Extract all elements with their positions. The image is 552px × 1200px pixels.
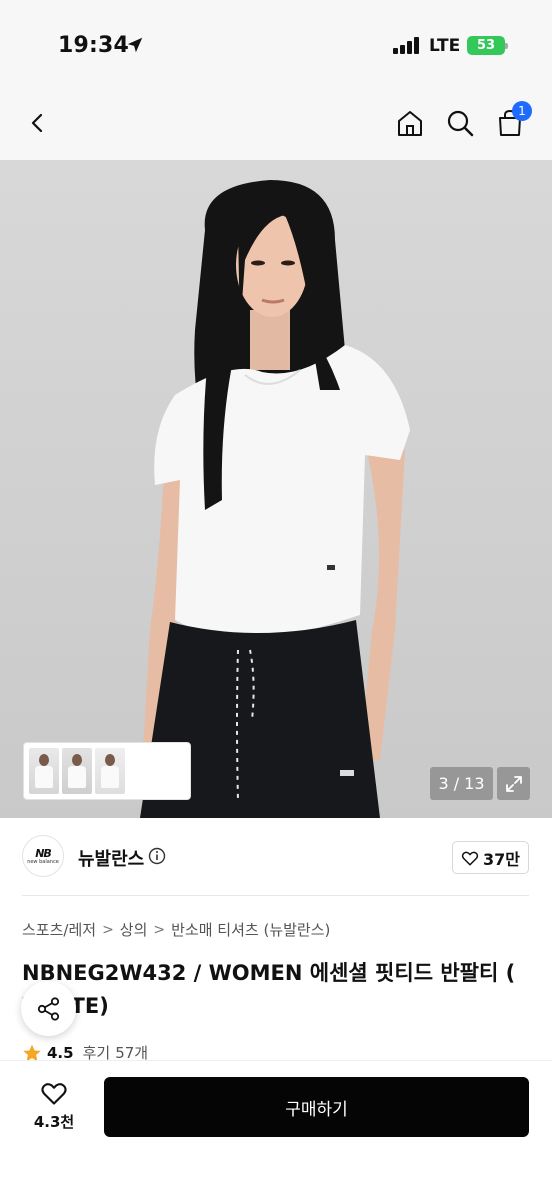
share-icon — [37, 996, 59, 1021]
buy-button[interactable]: 구매하기 — [104, 1077, 529, 1137]
fullscreen-button[interactable] — [497, 767, 530, 800]
brand-like-count: 37만 — [483, 849, 520, 869]
info-icon[interactable] — [148, 847, 166, 865]
breadcrumb-item[interactable]: 스포츠/레저 — [22, 919, 96, 940]
search-button[interactable] — [440, 103, 480, 143]
share-button[interactable] — [21, 981, 76, 1036]
bottom-action-bar: 4.3천 구매하기 — [0, 1060, 552, 1200]
expand-icon — [505, 775, 522, 792]
thumbnail-image[interactable] — [29, 748, 59, 794]
breadcrumb-item[interactable]: 반소매 티셔츠 (뉴발란스) — [171, 919, 330, 940]
chevron-right-icon: > — [153, 921, 166, 938]
brand-logo[interactable]: NB new balance — [22, 835, 64, 877]
wishlist-button[interactable]: 4.3천 — [22, 1079, 86, 1139]
battery-indicator: 53 — [467, 36, 508, 55]
thumbnail-strip — [23, 742, 191, 800]
home-button[interactable] — [390, 103, 430, 143]
wishlist-count: 4.3천 — [33, 1113, 75, 1131]
product-title-line: WHITE) — [22, 990, 537, 1023]
brand-logo-mark: NB — [35, 846, 52, 860]
chevron-right-icon: > — [102, 921, 114, 938]
product-photo — [140, 180, 410, 818]
carrier-label: LTE — [429, 36, 461, 56]
brand-logo-subtext: new balance — [27, 858, 59, 865]
product-image-gallery[interactable]: 3 / 13 — [0, 160, 552, 818]
brand-row: NB new balance 뉴발란스 37만 — [0, 818, 552, 896]
rating-score: 4.5 — [47, 1043, 74, 1062]
status-time: 19:34 — [58, 33, 130, 58]
top-nav-bar: 1 — [0, 90, 552, 160]
thumbnail-image[interactable] — [62, 748, 92, 794]
product-title: NBNEG2W432 / WOMEN 에센셜 핏티드 반팔티 ( WHITE) — [22, 957, 537, 1023]
signal-icon — [393, 37, 419, 54]
product-title-line: NBNEG2W432 / WOMEN 에센셜 핏티드 반팔티 ( — [22, 961, 516, 985]
breadcrumb: 스포츠/레저 > 상의 > 반소매 티셔츠 (뉴발란스) — [22, 919, 330, 940]
cart-count-badge: 1 — [512, 101, 532, 121]
heart-icon — [41, 1083, 67, 1105]
image-page-counter: 3 / 13 — [430, 767, 493, 800]
heart-icon — [461, 851, 479, 865]
location-arrow-icon — [127, 37, 143, 53]
status-bar: 19:34 LTE 53 — [0, 0, 552, 90]
breadcrumb-item[interactable]: 상의 — [120, 919, 148, 940]
chevron-left-icon — [31, 113, 43, 133]
cart-button[interactable]: 1 — [490, 101, 532, 143]
home-icon — [398, 111, 422, 136]
divider — [22, 895, 529, 896]
search-icon — [447, 110, 474, 137]
thumbnail-image[interactable] — [95, 748, 125, 794]
brand-name-link[interactable]: 뉴발란스 — [78, 845, 144, 871]
brand-like-button[interactable]: 37만 — [452, 841, 529, 874]
back-button[interactable] — [18, 103, 58, 143]
